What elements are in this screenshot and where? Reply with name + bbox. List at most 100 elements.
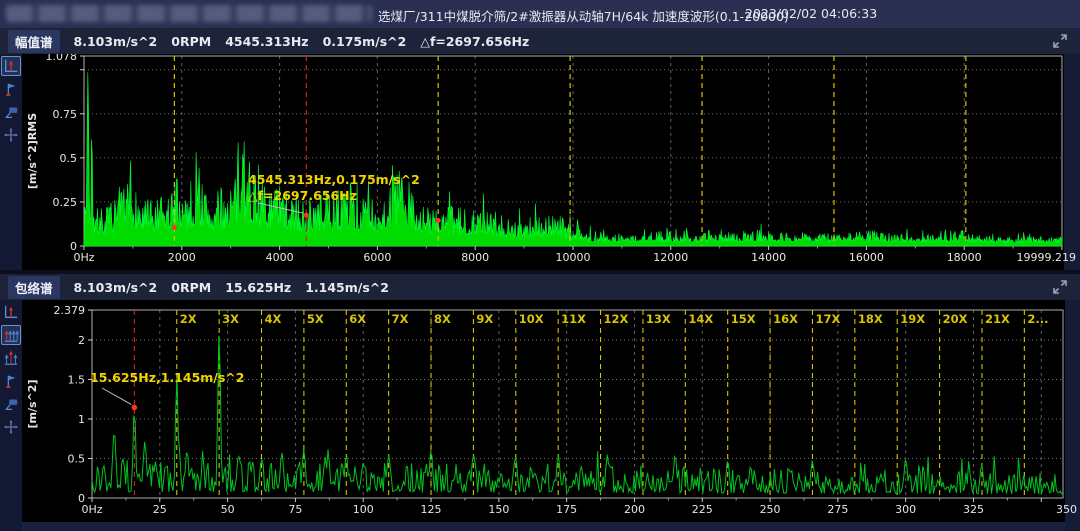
harmonic-label: 6X	[349, 312, 366, 326]
amplitude-spectrum-panel: 幅值谱 8.103m/s^2 0RPM 4545.313Hz 0.175m/s^…	[0, 28, 1080, 270]
cursor-amplitude: 0.175m/s^2	[323, 34, 407, 49]
x-tick-label: 225	[692, 503, 713, 516]
harmonic-label: 20X	[943, 312, 968, 326]
flag-marker-icon[interactable]	[1, 79, 21, 99]
envelope-tool-column	[0, 300, 22, 531]
x-tick-label: 18000	[947, 251, 982, 264]
envelope-spectrum-panel: 包络谱 8.103m/s^2 0RPM 15.625Hz 1.145m/s^2	[0, 274, 1080, 531]
harmonic-label: 10X	[519, 312, 544, 326]
x-tick-label: 325	[963, 503, 984, 516]
flag-marker-icon[interactable]	[1, 371, 21, 391]
harmonic-label: 21X	[985, 312, 1010, 326]
amplitude-panel-body: 0Hz2000400060008000100001200014000160001…	[0, 54, 1080, 270]
rpm-value: 0RPM	[171, 280, 211, 295]
cursor-annotation-line1: 15.625Hz,1.145m/s^2	[90, 370, 244, 385]
cursor-annotation-line2: △f=2697.656Hz	[248, 188, 357, 203]
cursor-dot	[436, 218, 441, 223]
harmonic-label: 2...	[1027, 312, 1048, 326]
y-axis-label: [m/s^2]	[26, 380, 39, 429]
y-tick-label: 0.5	[60, 152, 78, 165]
pan-move-icon[interactable]	[1, 125, 21, 145]
harmonic-label: 14X	[688, 312, 713, 326]
harmonic-label: 8X	[434, 312, 451, 326]
y-axis-label: [m/s^2]RMS	[26, 113, 39, 189]
bottom-chrome-strip	[22, 522, 1080, 531]
pan-move-icon[interactable]	[1, 417, 21, 437]
harmonic-label: 2X	[180, 312, 197, 326]
envelope-spectrum-chart[interactable]: 0Hz2550751001251501752002252502753003253…	[22, 300, 1080, 531]
harmonic-label: 7X	[392, 312, 409, 326]
harmonic-label: 13X	[646, 312, 671, 326]
x-tick-label: 12000	[653, 251, 688, 264]
envelope-panel-body: 0Hz2550751001251501752002252502753003253…	[0, 300, 1080, 531]
single-cursor-icon[interactable]	[1, 56, 21, 76]
x-tick-label: 75	[288, 503, 302, 516]
harmonic-label: 9X	[476, 312, 493, 326]
window-titlebar: 选煤厂/311中煤脱介筛/2#激振器从动轴7H/64k 加速度波形(0.1-20…	[0, 0, 1080, 28]
x-tick-label: 6000	[363, 251, 391, 264]
harmonic-label: 12X	[604, 312, 629, 326]
y-tick-label: 1.078	[46, 54, 78, 63]
x-tick-label: 200	[624, 503, 645, 516]
x-tick-label: 50	[221, 503, 235, 516]
amplitude-panel-header: 幅值谱 8.103m/s^2 0RPM 4545.313Hz 0.175m/s^…	[0, 28, 1080, 54]
cursor-amplitude: 1.145m/s^2	[305, 280, 389, 295]
redacted-text-region	[6, 5, 372, 22]
y-tick-label: 0.25	[53, 196, 78, 209]
envelope-panel-header: 包络谱 8.103m/s^2 0RPM 15.625Hz 1.145m/s^2	[0, 274, 1080, 300]
harmonic-label: 18X	[858, 312, 883, 326]
y-tick-label: 1	[78, 413, 85, 426]
y-tick-label: 2.379	[54, 304, 86, 317]
harmonic-label: 19X	[900, 312, 925, 326]
harmonic-label: 5X	[307, 312, 324, 326]
x-tick-label: 275	[827, 503, 848, 516]
overall-value: 8.103m/s^2	[74, 34, 158, 49]
x-tick-label: 100	[353, 503, 374, 516]
harmonic-label: 4X	[265, 312, 282, 326]
x-tick-label: 2000	[168, 251, 196, 264]
harmonic-label: 11X	[561, 312, 586, 326]
measurement-timestamp: 2023/02/02 04:06:33	[745, 6, 877, 21]
x-tick-label: 19999.219	[1017, 251, 1077, 264]
y-tick-label: 2	[78, 334, 85, 347]
label-tag-icon[interactable]	[1, 102, 21, 122]
harmonic-label: 16X	[773, 312, 798, 326]
panel-title-amplitude: 幅值谱	[8, 30, 60, 53]
x-tick-label: 8000	[461, 251, 489, 264]
delta-frequency: △f=2697.656Hz	[420, 34, 529, 49]
label-tag-icon[interactable]	[1, 394, 21, 414]
chart-right-margin	[1065, 300, 1080, 531]
amplitude-spectrum-chart[interactable]: 0Hz2000400060008000100001200014000160001…	[22, 54, 1080, 270]
y-tick-label: 0	[78, 492, 85, 505]
chart-right-margin	[1064, 54, 1080, 270]
rpm-value: 0RPM	[171, 34, 211, 49]
x-tick-label: 125	[421, 503, 442, 516]
cursor-dot	[132, 405, 138, 411]
harmonic-label: 15X	[731, 312, 756, 326]
annotation-leader-line	[102, 388, 131, 405]
sideband-cursor-icon[interactable]	[1, 348, 21, 368]
x-tick-label: 175	[556, 503, 577, 516]
x-tick-label: 10000	[556, 251, 591, 264]
cursor-dot	[172, 225, 177, 230]
x-tick-label: 300	[895, 503, 916, 516]
harmonic-cursor-icon[interactable]	[1, 325, 21, 345]
harmonic-label: 17X	[815, 312, 840, 326]
x-tick-label: 4000	[266, 251, 294, 264]
cursor-frequency: 15.625Hz	[225, 280, 291, 295]
x-tick-label: 350	[1056, 503, 1077, 516]
overall-value: 8.103m/s^2	[74, 280, 158, 295]
x-tick-label: 250	[760, 503, 781, 516]
y-tick-label: 0.75	[53, 108, 78, 121]
y-tick-label: 0.5	[68, 452, 86, 465]
single-cursor-icon[interactable]	[1, 302, 21, 322]
amplitude-tool-column	[0, 54, 22, 270]
x-tick-label: 14000	[751, 251, 786, 264]
harmonic-label: 3X	[222, 312, 239, 326]
measurement-point-title: 选煤厂/311中煤脱介筛/2#激振器从动轴7H/64k 加速度波形(0.1-20…	[378, 6, 789, 25]
cursor-frequency: 4545.313Hz	[225, 34, 308, 49]
expand-icon[interactable]	[1052, 279, 1070, 297]
y-tick-label: 1.5	[68, 373, 86, 386]
expand-icon[interactable]	[1052, 33, 1070, 51]
x-tick-label: 16000	[849, 251, 884, 264]
